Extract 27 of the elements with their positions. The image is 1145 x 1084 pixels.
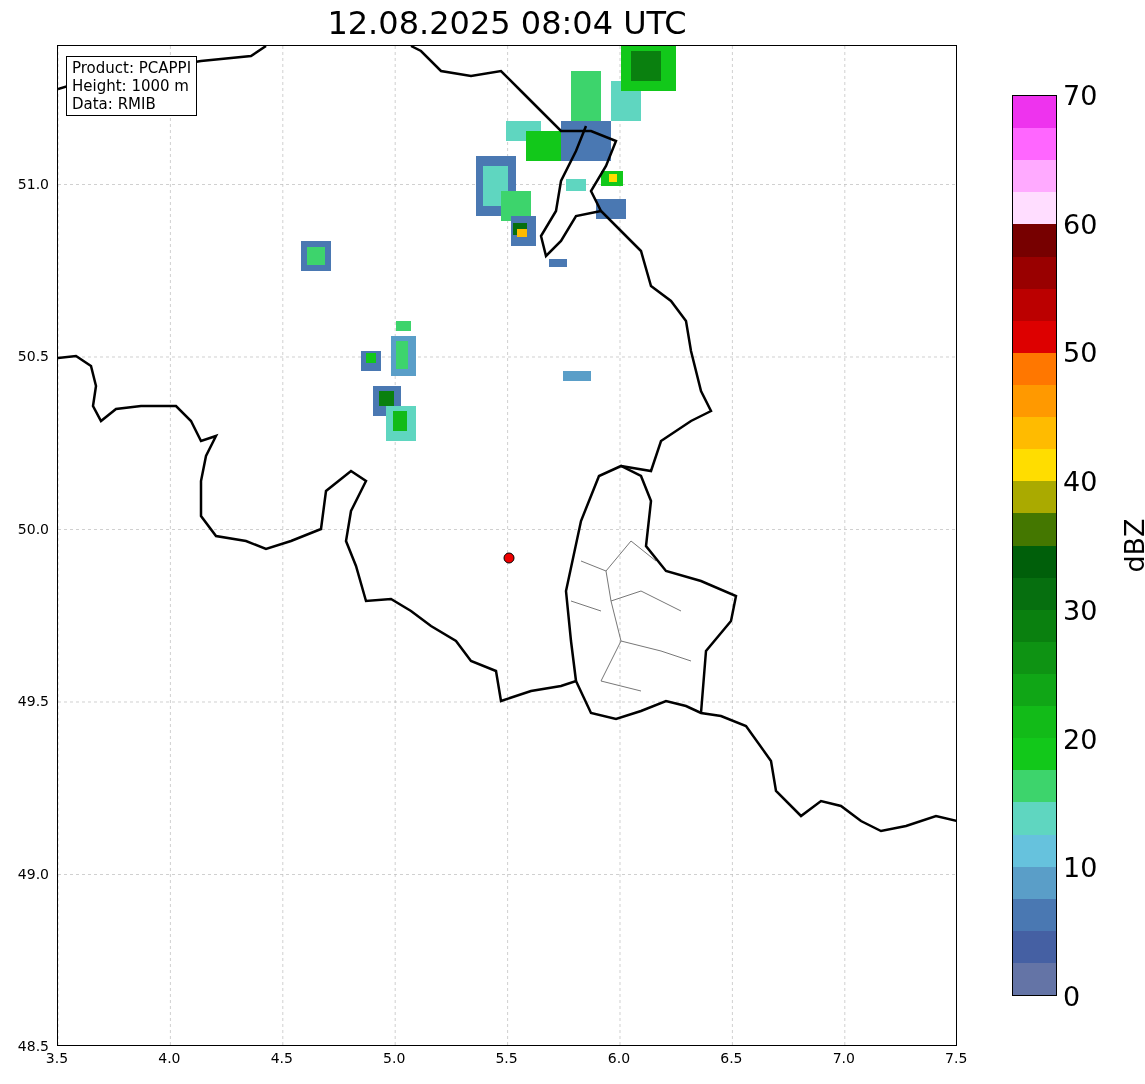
y-tick-label: 49.5 bbox=[17, 693, 49, 709]
colorbar-tick-label: 60 bbox=[1063, 208, 1098, 240]
x-tick-label: 5.0 bbox=[383, 1050, 406, 1066]
info-text: Data: RMIB bbox=[72, 95, 157, 113]
colorbar-tick-label: 30 bbox=[1063, 594, 1098, 626]
x-tick-label: 4.0 bbox=[158, 1050, 181, 1066]
x-tick-label: 7.0 bbox=[832, 1050, 855, 1066]
colorbar-label: dBZ bbox=[1118, 518, 1145, 573]
y-tick-label: 49.0 bbox=[17, 865, 49, 882]
x-tick-label: 7.5 bbox=[945, 1050, 968, 1066]
colorbar-tick-label: 10 bbox=[1063, 851, 1098, 883]
colorbar-tick-label: 20 bbox=[1063, 723, 1098, 755]
x-tick-label: 4.5 bbox=[270, 1050, 293, 1066]
info-text: Product: PCAPPI bbox=[72, 59, 192, 77]
colorbar-tick-label: 0 bbox=[1063, 980, 1081, 1012]
y-tick-label: 50.0 bbox=[17, 520, 49, 537]
colorbar-tick-label: 50 bbox=[1063, 336, 1098, 368]
chart-title: 12.08.2025 08:04 UTC bbox=[327, 3, 687, 42]
x-tick-label: 6.5 bbox=[720, 1050, 743, 1066]
radar-site-marker bbox=[503, 552, 515, 564]
y-tick-label: 51.0 bbox=[17, 175, 49, 192]
colorbar-tick-label: 40 bbox=[1063, 465, 1098, 497]
x-tick-label: 5.5 bbox=[495, 1050, 518, 1066]
info-text: Height: 1000 m bbox=[72, 77, 190, 95]
y-tick-label: 50.5 bbox=[17, 348, 49, 364]
x-tick-label: 6.0 bbox=[607, 1050, 631, 1066]
colorbar-tick-label: 70 bbox=[1063, 79, 1098, 111]
